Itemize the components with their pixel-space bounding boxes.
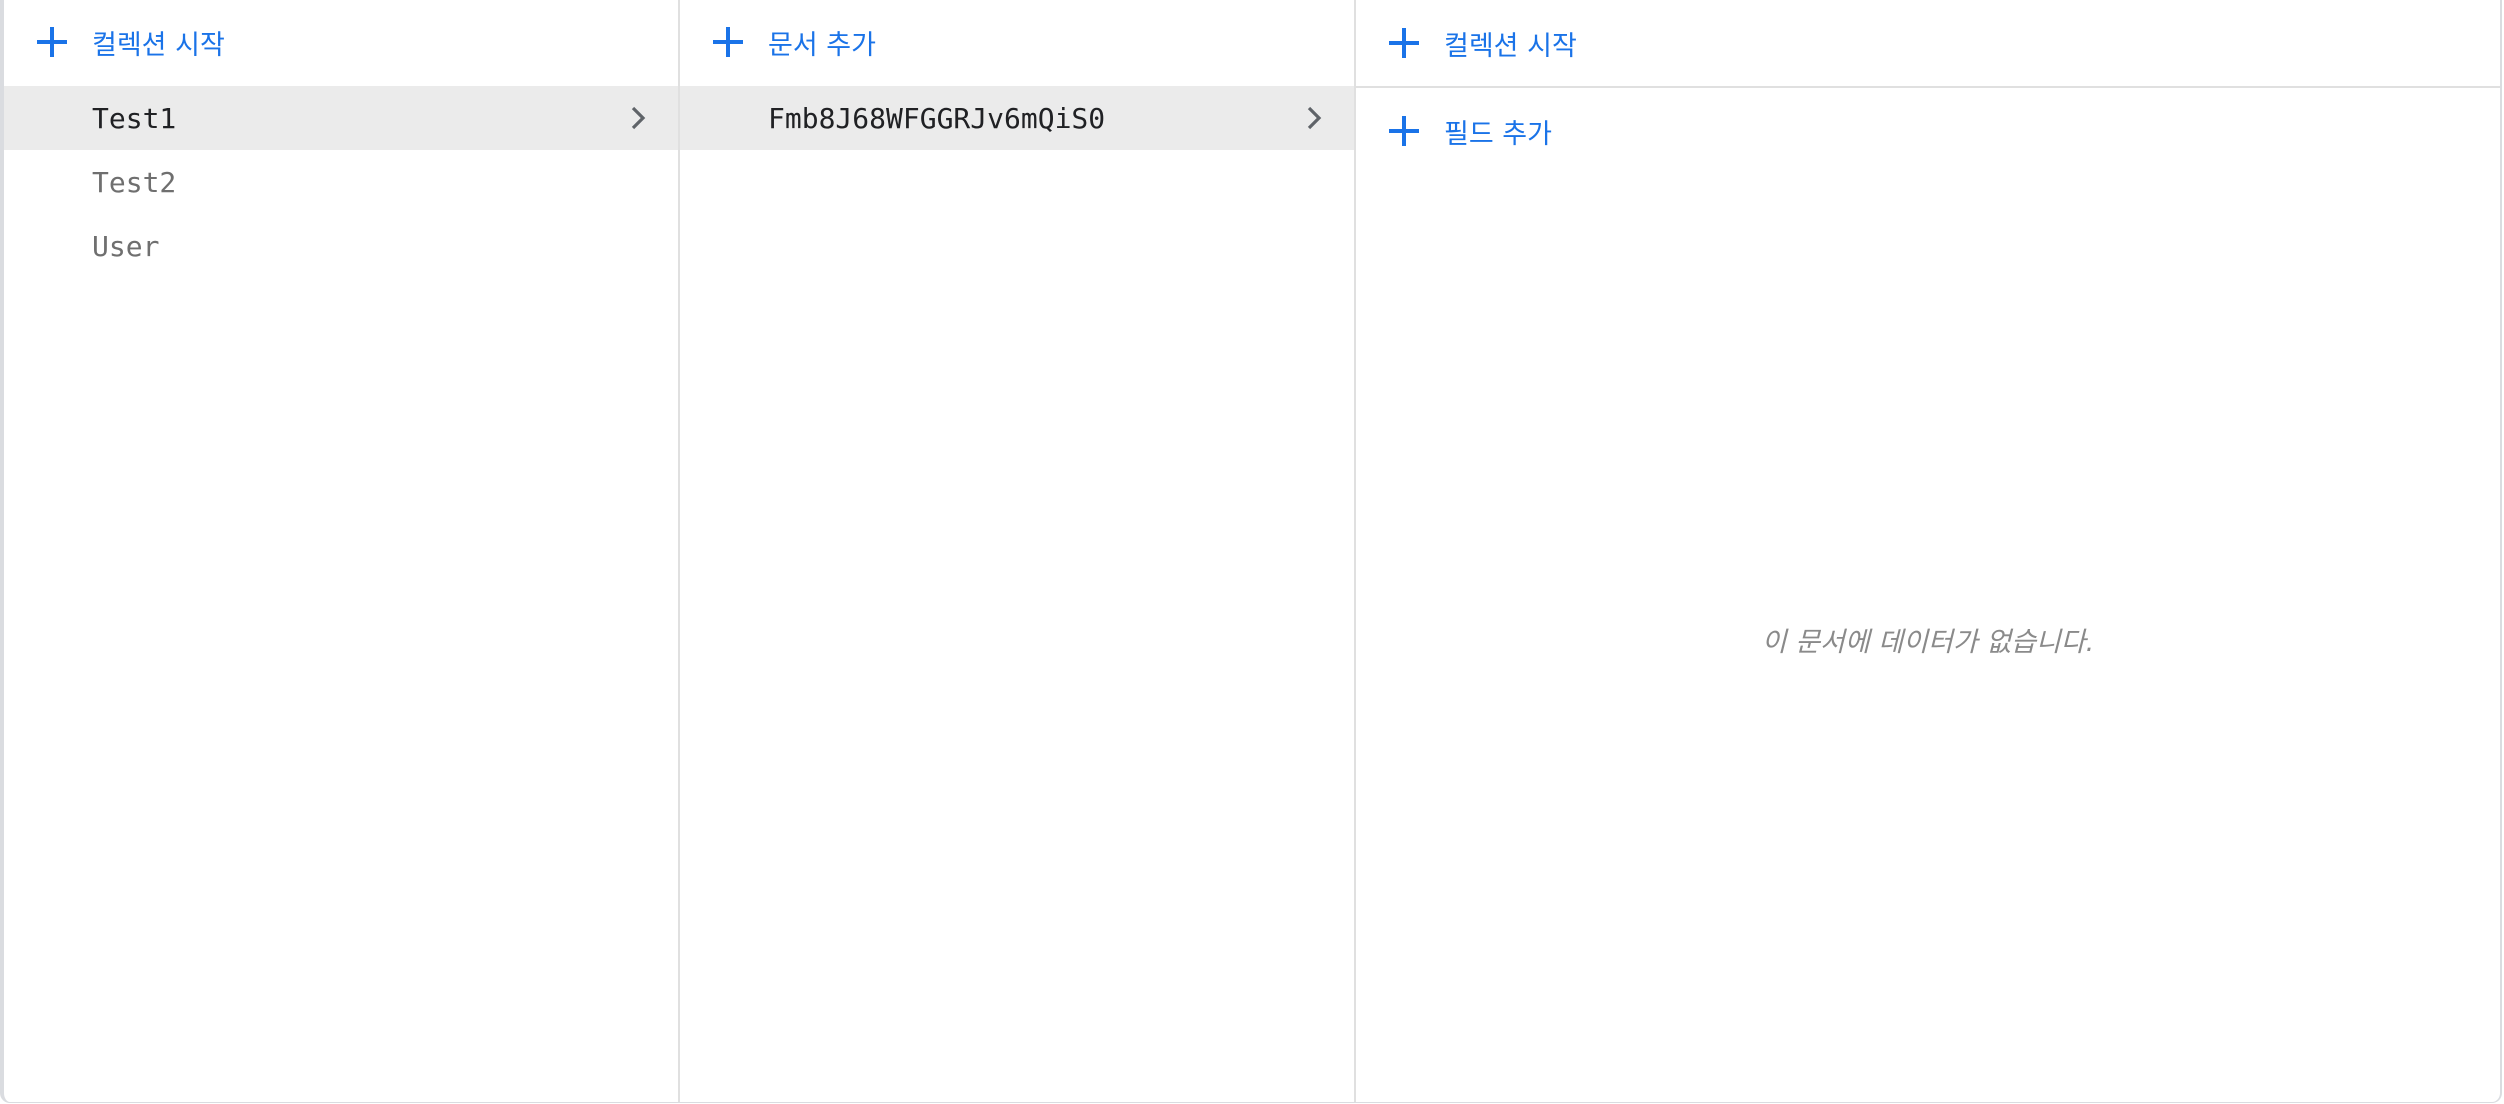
collection-list: Test1 Test2 User [4,86,678,278]
add-document-button[interactable]: 문서 추가 [680,0,1354,84]
plus-icon [36,26,68,58]
add-field-label: 필드 추가 [1444,118,1552,150]
start-subcollection-button[interactable]: 컬렉션 시작 [1356,0,2500,88]
collection-item-test2[interactable]: Test2 [4,150,678,214]
collection-item-label: Test1 [92,101,177,135]
start-collection-button[interactable]: 컬렉션 시작 [4,0,678,84]
chevron-right-icon [1300,104,1328,132]
plus-icon [1388,27,1420,59]
plus-icon [1388,115,1420,147]
collection-item-user[interactable]: User [4,214,678,278]
chevron-right-icon [624,104,652,132]
start-subcollection-label: 컬렉션 시작 [1444,30,1577,62]
documents-panel: 문서 추가 Fmb8J68WFGGRJv6mQiS0 [680,0,1356,1102]
collection-item-test1[interactable]: Test1 [4,86,678,150]
document-item-label: Fmb8J68WFGGRJv6mQiS0 [768,101,1106,135]
collection-item-label: User [92,229,160,263]
add-document-label: 문서 추가 [768,29,876,61]
collections-panel: 컬렉션 시작 Test1 Test2 User [4,0,680,1102]
empty-document-message: 이 문서에 데이터가 없습니다. [1761,627,2095,658]
add-field-button[interactable]: 필드 추가 [1356,88,2500,174]
collection-item-label: Test2 [92,165,177,199]
start-collection-label: 컬렉션 시작 [92,29,225,61]
document-list: Fmb8J68WFGGRJv6mQiS0 [680,86,1354,150]
firestore-data-viewer: 컬렉션 시작 Test1 Test2 User 문서 추가 Fmb8J68WFG… [0,0,2502,1103]
plus-icon [712,26,744,58]
document-detail-panel: 컬렉션 시작 필드 추가 이 문서에 데이터가 없습니다. [1356,0,2500,1102]
document-item[interactable]: Fmb8J68WFGGRJv6mQiS0 [680,86,1354,150]
